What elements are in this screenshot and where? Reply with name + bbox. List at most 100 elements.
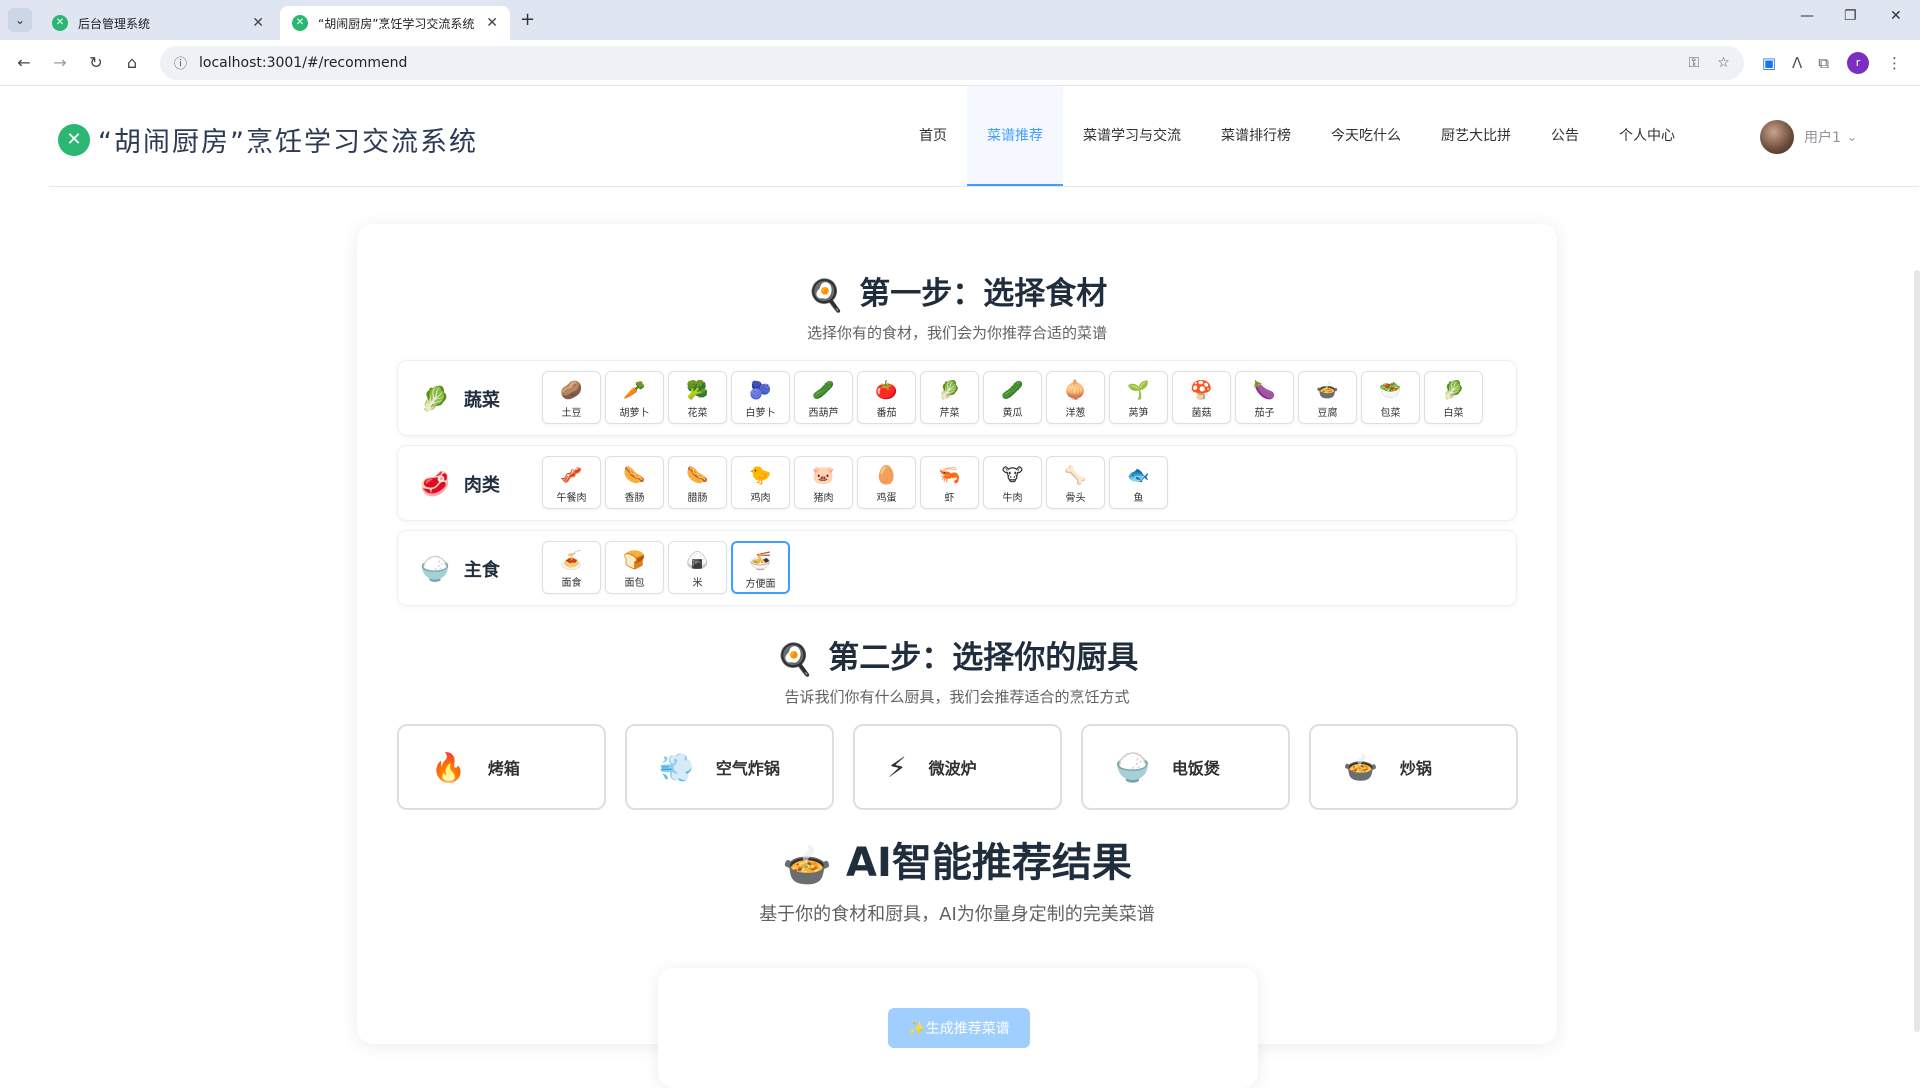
profile-avatar-icon[interactable]: r [1847,51,1869,74]
url-text[interactable]: localhost:3001/#/recommend [199,55,1671,71]
ingredient-chip[interactable]: 🥒 黄瓜 [983,371,1042,424]
ingredient-chip[interactable]: 🐷 猪肉 [794,456,853,509]
ingredient-chip[interactable]: 🐤 鸡肉 [731,456,790,509]
bookmark-star-icon[interactable]: ☆ [1717,55,1730,71]
ingredient-chip[interactable]: 🦐 虾 [920,456,979,509]
kitchen-tool-label: 烤箱 [487,759,520,778]
ingredient-chip[interactable]: 🥕 胡萝卜 [605,371,664,424]
site-info-icon[interactable]: ⓘ [174,53,187,72]
kitchen-tool-card[interactable]: ⚡ 微波炉 [853,724,1062,810]
ingredient-label: 白菜 [1443,408,1464,419]
nav-item-today[interactable]: 今天吃什么 [1311,86,1421,186]
ingredient-chip[interactable]: 🥔 土豆 [542,371,601,424]
kitchen-tool-card[interactable]: 🔥 烤箱 [397,724,606,810]
kitchen-tool-card[interactable]: 💨 空气炸锅 [625,724,834,810]
more-menu-icon[interactable]: ⋮ [1887,54,1902,72]
extension-a-icon[interactable]: Λ [1792,54,1802,72]
extension-translate-icon[interactable]: ▣ [1762,54,1776,72]
avatar[interactable] [1760,120,1794,154]
reload-icon[interactable]: ↻ [82,53,110,72]
ingredient-chip[interactable]: 🥒 西葫芦 [794,371,853,424]
result-panel: ✨生成推荐菜谱 [658,968,1258,1088]
close-icon[interactable]: ✕ [486,15,498,31]
new-tab-plus-icon[interactable]: + [520,9,535,30]
nav-item-contest[interactable]: 厨艺大比拼 [1421,86,1531,186]
site-logo[interactable]: ✕ “胡闹厨房”烹饪学习交流系统 [58,120,478,159]
ingredient-icon: 🐤 [749,465,772,486]
category-name: 肉类 [463,475,500,496]
ingredient-icon: 🥗 [1379,380,1402,401]
tab-search-chevron-icon[interactable]: ⌄ [8,8,32,32]
stew-pot-icon: 🍲 [782,842,832,889]
ingredient-icon: 🌭 [686,465,709,486]
ingredient-chip[interactable]: 🥬 白菜 [1424,371,1483,424]
close-icon[interactable]: ✕ [252,15,264,31]
frying-pan-icon: 🍳 [806,278,846,314]
browser-tab-admin[interactable]: ✕ 后台管理系统 ✕ [40,6,276,40]
user-menu[interactable]: 用户1 ⌄ [1760,120,1857,154]
favicon-icon: ✕ [292,15,308,31]
category-row-meat: 🥩 肉类 🥓 午餐肉 🌭 香肠 🌭 腊肠 🐤 鸡肉 🐷 猪肉 🥚 鸡蛋 🦐 虾 🐮 牛肉 🦴 骨头 🐟 鱼 [397,445,1517,521]
minimize-icon[interactable]: — [1800,8,1814,24]
generate-recipe-button[interactable]: ✨生成推荐菜谱 [888,1008,1030,1048]
ingredient-chip[interactable]: 🧅 洋葱 [1046,371,1105,424]
page-scrollbar[interactable] [1914,270,1920,1032]
nav-item-home[interactable]: 首页 [899,86,967,186]
user-name[interactable]: 用户1 [1804,127,1841,147]
ingredient-icon: 🥬 [938,380,961,401]
kitchen-tool-card[interactable]: 🍚 电饭煲 [1081,724,1290,810]
ingredient-chip[interactable]: 🐟 鱼 [1109,456,1168,509]
ingredient-icon: 🍅 [875,380,898,401]
browser-tab-strip: ⌄ ✕ 后台管理系统 ✕ ✕ “胡闹厨房”烹饪学习交流系统 ✕ + — ❐ ✕ [0,0,1920,40]
forward-arrow-icon[interactable]: → [46,53,74,72]
ingredient-chip[interactable]: 🥬 芹菜 [920,371,979,424]
ingredient-chip[interactable]: 🍲 豆腐 [1298,371,1357,424]
nav-item-ranking[interactable]: 菜谱排行榜 [1201,86,1311,186]
ingredient-label: 洋葱 [1065,408,1086,419]
ingredient-chip[interactable]: 🌭 香肠 [605,456,664,509]
ingredient-chip[interactable]: 🍆 茄子 [1235,371,1294,424]
ingredient-chip[interactable]: 🌱 莴笋 [1109,371,1168,424]
ingredient-chip[interactable]: 🥚 鸡蛋 [857,456,916,509]
password-key-icon[interactable]: ⚿ [1689,55,1700,71]
kitchen-tool-card[interactable]: 🍲 炒锅 [1309,724,1518,810]
ingredient-chip[interactable]: 🥓 午餐肉 [542,456,601,509]
ingredient-label: 白萝卜 [745,408,776,419]
ingredient-chip[interactable]: 🍜 方便面 [731,541,790,594]
back-arrow-icon[interactable]: ← [10,53,38,72]
step2-subtitle: 告诉我们你有什么厨具，我们会推荐适合的烹饪方式 [784,688,1130,706]
nav-item-notice[interactable]: 公告 [1531,86,1599,186]
ingredient-chip[interactable]: 🍄 菌菇 [1172,371,1231,424]
ingredient-label: 方便面 [745,579,776,590]
chevron-down-icon[interactable]: ⌄ [1847,130,1857,144]
ingredient-label: 花菜 [687,408,708,419]
url-omnibox[interactable]: ⓘ localhost:3001/#/recommend ⚿ ☆ [160,45,1744,80]
ingredient-chip[interactable]: 🥦 花菜 [668,371,727,424]
ingredient-chip[interactable]: 🍙 米 [668,541,727,594]
ingredient-chip[interactable]: 🦴 骨头 [1046,456,1105,509]
home-icon[interactable]: ⌂ [118,53,146,72]
ingredient-chip[interactable]: 🌭 腊肠 [668,456,727,509]
category-label: 🥬 蔬菜 [420,361,500,437]
window-close-icon[interactable]: ✕ [1890,8,1902,24]
browser-tab-kitchen[interactable]: ✕ “胡闹厨房”烹饪学习交流系统 ✕ [280,6,510,40]
restore-icon[interactable]: ❐ [1844,8,1857,24]
ingredient-icon: 🐮 [1001,465,1024,486]
ingredient-icon: 🥓 [560,465,583,486]
ingredient-chip[interactable]: 🥗 包菜 [1361,371,1420,424]
ingredient-icon: 🫐 [749,380,772,401]
kitchen-tool-label: 空气炸锅 [715,759,780,778]
nav-item-recommend[interactable]: 菜谱推荐 [967,86,1063,186]
ingredient-chip[interactable]: 🫐 白萝卜 [731,371,790,424]
ingredient-chip[interactable]: 🍝 面食 [542,541,601,594]
ingredient-chip[interactable]: 🍅 番茄 [857,371,916,424]
nav-item-learn[interactable]: 菜谱学习与交流 [1063,86,1201,186]
ingredient-chip[interactable]: 🍞 面包 [605,541,664,594]
nav-item-profile[interactable]: 个人中心 [1599,86,1695,186]
ingredient-label: 腊肠 [687,493,708,504]
ingredient-icon: 🥬 [1442,380,1465,401]
extensions-puzzle-icon[interactable]: ⧉ [1818,54,1829,72]
ingredient-icon: 🍝 [560,550,583,571]
ingredient-chip[interactable]: 🐮 牛肉 [983,456,1042,509]
meat-icon: 🥩 [420,470,450,498]
